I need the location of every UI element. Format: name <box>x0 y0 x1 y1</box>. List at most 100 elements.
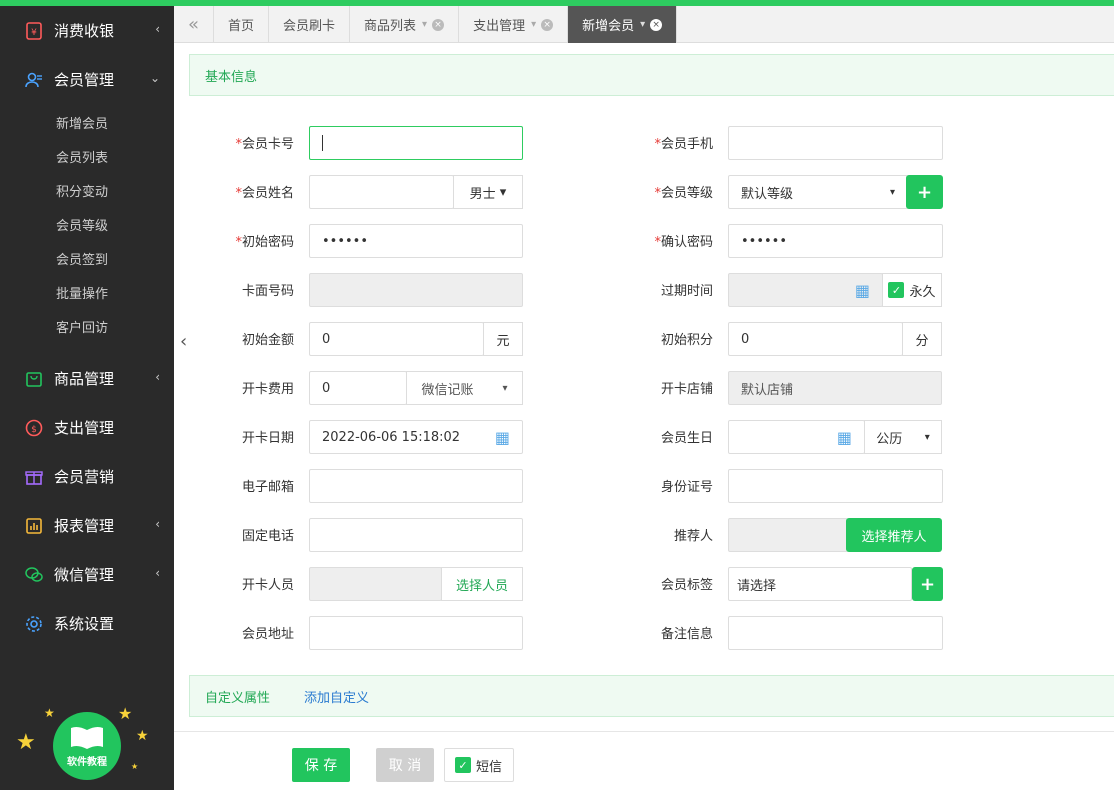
choose-operator-button[interactable]: 选择人员 <box>441 567 523 601</box>
email-input[interactable] <box>309 469 523 503</box>
tab-goods-list[interactable]: 商品列表 ▾ × <box>350 6 460 43</box>
phone-input[interactable] <box>728 126 943 160</box>
choose-referrer-button[interactable]: 选择推荐人 <box>846 518 942 552</box>
chevron-left-icon: ‹ <box>155 517 160 531</box>
sidebar-item-expense[interactable]: $ 支出管理 <box>0 403 174 452</box>
gear-icon <box>24 614 44 634</box>
label-tel: 固定电话 <box>241 529 294 544</box>
submenu-item-batch[interactable]: 批量操作 <box>0 278 174 312</box>
open-date-input[interactable]: 2022-06-06 15:18:02 ▦ <box>309 420 523 454</box>
init-amount-input[interactable]: 0 <box>309 322 484 356</box>
section-custom-attrs: 自定义属性 添加自定义 <box>189 675 1114 717</box>
submenu-item-check-in[interactable]: 会员签到 <box>0 244 174 278</box>
card-no-input[interactable] <box>309 126 523 160</box>
id-card-input[interactable] <box>728 469 943 503</box>
label-address: 会员地址 <box>241 627 294 642</box>
sidebar-item-label: 会员营销 <box>54 468 115 486</box>
goods-icon <box>24 369 44 389</box>
tags-select[interactable]: 请选择 <box>728 567 912 601</box>
referrer-input[interactable] <box>728 518 848 552</box>
add-custom-link[interactable]: 添加自定义 <box>304 687 369 706</box>
section-basic-info: 基本信息 <box>189 54 1114 96</box>
address-input[interactable] <box>309 616 523 650</box>
face-no-input[interactable] <box>309 273 523 307</box>
pay-method-select[interactable]: 微信记账 ▾ <box>406 371 523 405</box>
add-level-button[interactable]: + <box>906 175 943 209</box>
sidebar-item-reports[interactable]: 报表管理 ‹ <box>0 501 174 550</box>
report-icon <box>24 516 44 536</box>
tab-label: 会员刷卡 <box>283 19 336 34</box>
chevron-down-icon: ⌄ <box>149 71 160 85</box>
close-icon[interactable]: × <box>432 18 445 31</box>
tab-label: 新增会员 <box>582 19 635 34</box>
label-init-points: 初始积分 <box>660 333 713 348</box>
submenu-item-member-level[interactable]: 会员等级 <box>0 210 174 244</box>
sidebar-item-goods[interactable]: 商品管理 ‹ <box>0 354 174 403</box>
confirm-pwd-input[interactable]: •••••• <box>728 224 943 258</box>
tutorial-button[interactable]: 软件教程 <box>53 712 121 780</box>
expire-input[interactable]: ▦ <box>728 273 883 307</box>
sidebar-item-settings[interactable]: 系统设置 <box>0 599 174 648</box>
label-name: *会员姓名 <box>235 186 294 201</box>
tab-expense[interactable]: 支出管理 ▾ × <box>459 6 569 43</box>
remark-input[interactable] <box>728 616 943 650</box>
submenu-item-add-member[interactable]: 新增会员 <box>0 108 174 142</box>
submenu-item-member-list[interactable]: 会员列表 <box>0 142 174 176</box>
pin-icon[interactable]: ▾ <box>531 19 536 30</box>
label-open-fee: 开卡费用 <box>241 382 294 397</box>
forever-checkbox[interactable]: ✓ 永久 <box>882 273 942 307</box>
sidebar-item-label: 支出管理 <box>54 419 115 437</box>
wechat-icon <box>24 565 44 585</box>
operator-input[interactable] <box>309 567 442 601</box>
check-icon: ✓ <box>888 282 905 298</box>
double-chevron-left-icon[interactable]: « <box>174 6 214 43</box>
submenu-item-points-change[interactable]: 积分变动 <box>0 176 174 210</box>
add-tag-button[interactable]: + <box>912 567 943 601</box>
calendar-type-select[interactable]: 公历 ▾ <box>864 420 942 454</box>
label-tags: 会员标签 <box>660 578 713 593</box>
close-icon[interactable]: × <box>650 18 663 31</box>
submenu-item-revisit[interactable]: 客户回访 <box>0 312 174 346</box>
tab-label: 商品列表 <box>364 19 417 34</box>
tutorial-badge-area[interactable]: ★ ★ ★ ★ ★ 软件教程 <box>16 700 166 790</box>
label-birthday: 会员生日 <box>660 431 713 446</box>
sidebar-item-marketing[interactable]: 会员营销 <box>0 452 174 501</box>
tel-input[interactable] <box>309 518 523 552</box>
calendar-icon[interactable]: ▦ <box>837 428 852 447</box>
tab-add-member[interactable]: 新增会员 ▾ × <box>568 6 678 43</box>
calendar-icon[interactable]: ▦ <box>495 428 510 447</box>
label-card-no: *会员卡号 <box>235 137 294 152</box>
svg-text:¥: ¥ <box>31 28 37 38</box>
open-fee-input[interactable]: 0 <box>309 371 407 405</box>
amount-unit: 元 <box>483 322 523 356</box>
pin-icon[interactable]: ▾ <box>422 19 427 30</box>
sidebar-item-checkout[interactable]: ¥ 消费收银 ‹ <box>0 6 174 55</box>
gender-select[interactable]: 男士 ▾ <box>453 175 523 209</box>
sidebar-item-label: 微信管理 <box>54 566 115 584</box>
sidebar-item-label: 商品管理 <box>54 370 115 388</box>
label-level: *会员等级 <box>654 186 713 201</box>
tab-home[interactable]: 首页 <box>214 6 270 43</box>
init-pwd-input[interactable]: •••••• <box>309 224 523 258</box>
sidebar-item-label: 消费收银 <box>54 22 115 40</box>
sms-checkbox[interactable]: ✓ 短信 <box>444 748 514 782</box>
label-remark: 备注信息 <box>660 627 713 642</box>
name-input[interactable] <box>309 175 454 209</box>
footer-divider <box>174 731 1114 732</box>
pin-icon[interactable]: ▾ <box>640 19 645 30</box>
sidebar-item-members[interactable]: 会员管理 ⌄ <box>0 55 174 104</box>
sidebar: ¥ 消费收银 ‹ 会员管理 ⌄ 新增会员 会员列表 积分变动 会员等级 会员签到… <box>0 6 174 790</box>
close-icon[interactable]: × <box>541 18 554 31</box>
star-icon: ★ <box>16 730 36 755</box>
tab-member-swipe[interactable]: 会员刷卡 <box>269 6 351 43</box>
birthday-input[interactable]: ▦ <box>728 420 865 454</box>
init-points-input[interactable]: 0 <box>728 322 903 356</box>
level-select[interactable]: 默认等级 ▾ <box>728 175 908 209</box>
cancel-button[interactable]: 取 消 <box>376 748 434 782</box>
chevron-left-icon[interactable]: ‹ <box>180 331 187 352</box>
open-store-input[interactable]: 默认店铺 <box>728 371 942 405</box>
chevron-left-icon: ‹ <box>155 370 160 384</box>
sidebar-item-wechat[interactable]: 微信管理 ‹ <box>0 550 174 599</box>
save-button[interactable]: 保 存 <box>292 748 350 782</box>
calendar-icon[interactable]: ▦ <box>855 281 870 300</box>
